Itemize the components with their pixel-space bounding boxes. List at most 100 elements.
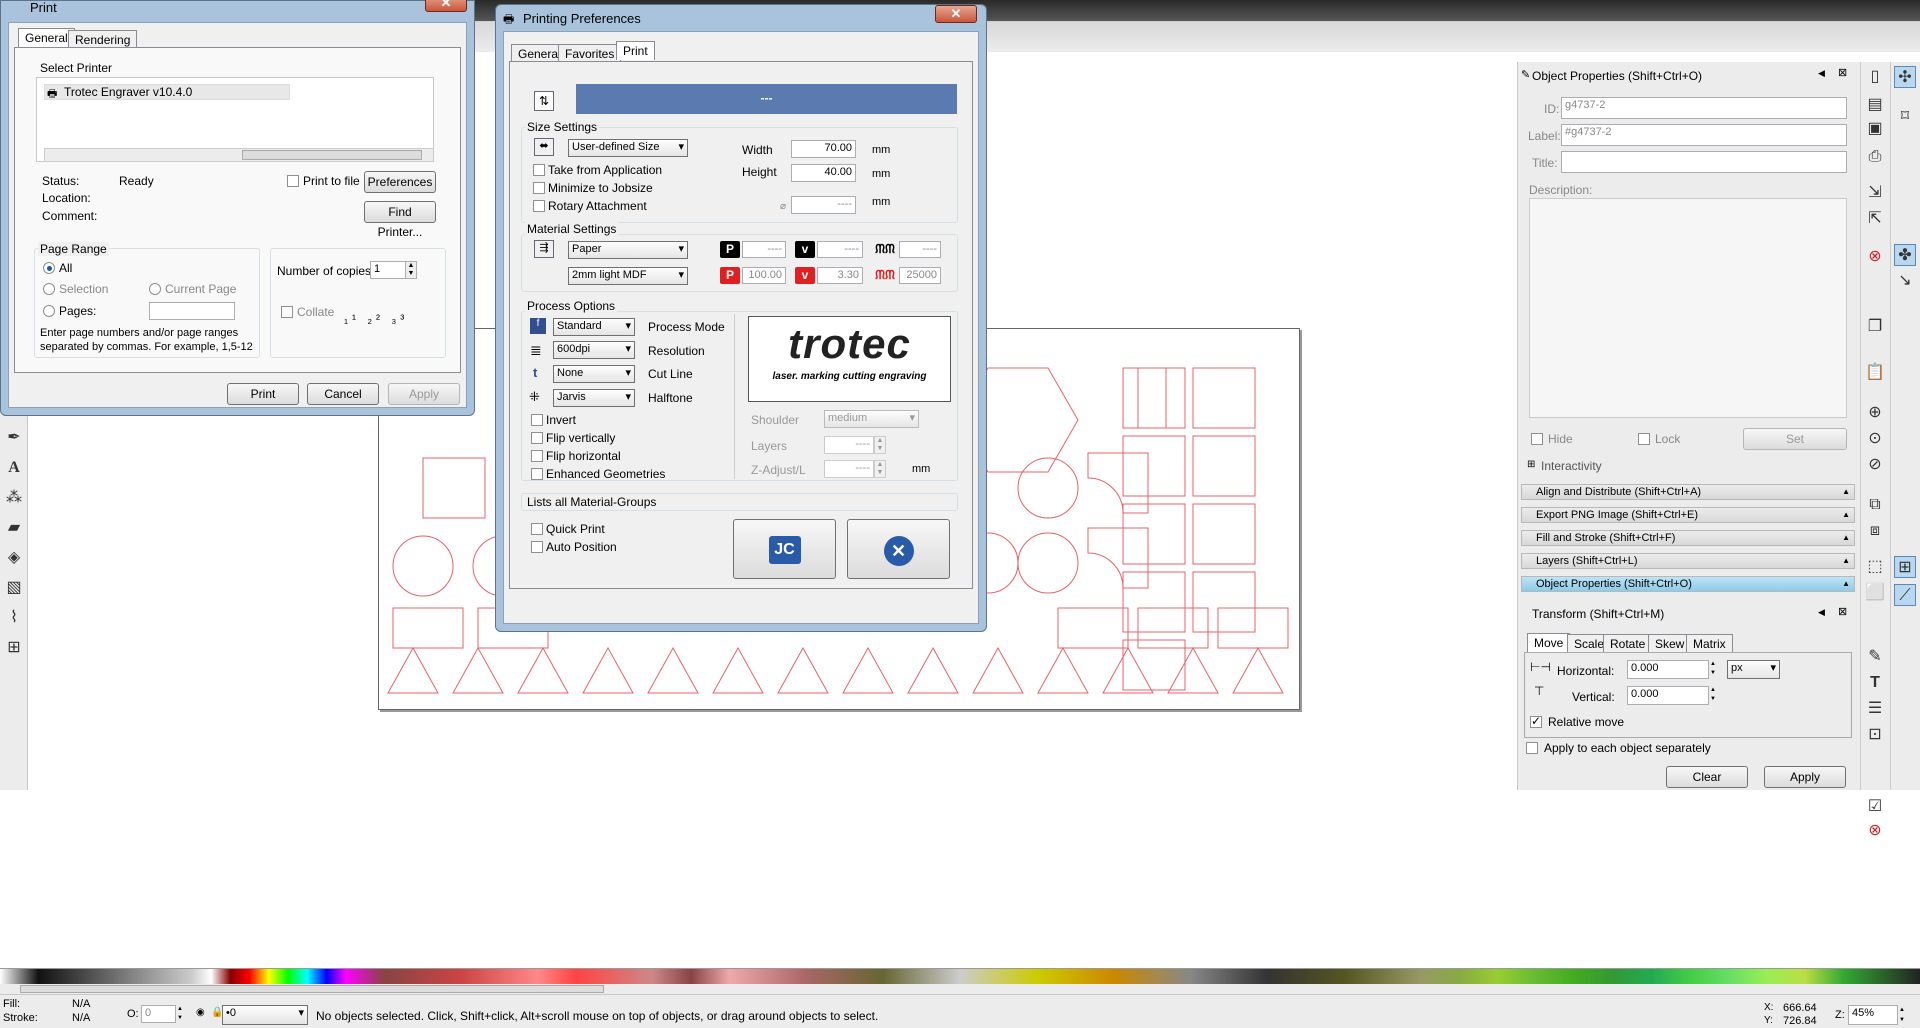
label-input[interactable]: #g4737-2 bbox=[1561, 124, 1847, 146]
snap-nodes-icon[interactable]: ✤ bbox=[1894, 244, 1916, 266]
zadjust-input[interactable]: ---- bbox=[824, 460, 874, 478]
unit-select[interactable]: px bbox=[1727, 660, 1780, 679]
gradient-tool-icon[interactable]: ▧ bbox=[3, 577, 25, 599]
horizontal-input[interactable]: 0.000 bbox=[1627, 660, 1709, 679]
invert-checkbox[interactable] bbox=[531, 414, 543, 426]
velocity-top-input[interactable]: ---- bbox=[817, 241, 863, 258]
current-page-radio[interactable] bbox=[149, 283, 161, 295]
apply-button[interactable]: Apply bbox=[388, 383, 460, 405]
hide-checkbox[interactable] bbox=[1531, 433, 1543, 445]
layer-select[interactable]: •0 bbox=[222, 1005, 308, 1025]
material-sub-select[interactable]: 2mm light MDF bbox=[568, 267, 688, 285]
collate-checkbox[interactable] bbox=[281, 306, 293, 318]
description-textarea[interactable] bbox=[1529, 198, 1847, 418]
quick-print-checkbox[interactable] bbox=[531, 523, 543, 535]
vertical-input[interactable]: 0.000 bbox=[1627, 686, 1709, 705]
xml-editor-icon[interactable]: ⊡ bbox=[1864, 724, 1886, 746]
dock-layers[interactable]: Layers (Shift+Ctrl+L) bbox=[1521, 553, 1855, 569]
undo-icon[interactable]: ⊗ bbox=[1864, 246, 1886, 268]
print-icon[interactable]: ⎙ bbox=[1864, 146, 1886, 168]
snap-paths-icon[interactable]: ↘ bbox=[1894, 270, 1916, 292]
copy-icon[interactable]: ❐ bbox=[1864, 316, 1886, 338]
tab-print[interactable]: Print bbox=[616, 41, 655, 60]
layers-icon[interactable]: ☰ bbox=[1864, 698, 1886, 720]
flip-horizontal-checkbox[interactable] bbox=[531, 450, 543, 462]
opacity-input[interactable]: 0 bbox=[141, 1005, 176, 1023]
connector-tool-icon[interactable]: ⊞ bbox=[3, 637, 25, 659]
dock-arrow-icon[interactable]: ◀ bbox=[1818, 68, 1825, 79]
zoom-page-icon[interactable]: ⊘ bbox=[1864, 454, 1886, 476]
transform-arrow-icon[interactable]: ◀ bbox=[1818, 607, 1825, 618]
velocity-bottom-input[interactable]: 3.30 bbox=[817, 267, 863, 284]
clear-button[interactable]: Clear bbox=[1666, 766, 1748, 788]
size-select[interactable]: User-defined Size bbox=[568, 139, 688, 157]
process-mode-select[interactable]: Standard bbox=[553, 318, 635, 336]
tab-move[interactable]: Move bbox=[1527, 633, 1571, 652]
transform-close-icon[interactable]: ⊠ bbox=[1838, 605, 1847, 618]
minimize-checkbox[interactable] bbox=[533, 182, 545, 194]
snap-enable-icon[interactable]: ✣ bbox=[1894, 66, 1916, 88]
import-icon[interactable]: ⇲ bbox=[1864, 182, 1886, 204]
pages-input[interactable] bbox=[149, 302, 235, 320]
id-input[interactable]: g4737-2 bbox=[1561, 97, 1847, 119]
relative-move-checkbox[interactable] bbox=[1530, 714, 1542, 728]
material-select[interactable]: Paper bbox=[568, 241, 688, 259]
layers-input[interactable]: ---- bbox=[824, 436, 874, 454]
dock-object-properties[interactable]: Object Properties (Shift+Ctrl+O) bbox=[1521, 576, 1855, 592]
clone-icon[interactable]: ⧈ bbox=[1864, 520, 1886, 542]
dropper-tool-icon[interactable]: ⌇ bbox=[3, 607, 25, 629]
preferences-button[interactable]: Preferences bbox=[364, 171, 436, 193]
width-input[interactable]: 70.00 bbox=[791, 140, 856, 158]
paste-icon[interactable]: 📋 bbox=[1864, 362, 1886, 384]
opacity-spinner[interactable]: ▲ ▼ bbox=[177, 1005, 187, 1023]
shoulder-select[interactable]: medium bbox=[824, 410, 919, 428]
frequency-top-input[interactable]: ---- bbox=[899, 241, 941, 258]
jobcontrol-button[interactable]: JC bbox=[733, 519, 836, 579]
new-document-icon[interactable]: ▯ bbox=[1864, 66, 1886, 88]
copies-spinner[interactable]: ▲ ▼ bbox=[405, 261, 417, 279]
zoom-selection-icon[interactable]: ⊕ bbox=[1864, 402, 1886, 424]
print-to-file-checkbox[interactable] bbox=[287, 175, 299, 187]
interactivity-expander-icon[interactable]: ⊞ bbox=[1527, 459, 1535, 470]
palette-scroll-thumb[interactable] bbox=[20, 985, 604, 993]
copies-input[interactable]: 1 bbox=[370, 261, 406, 279]
save-icon[interactable]: ▣ bbox=[1864, 118, 1886, 140]
print-close-button[interactable]: ✕ bbox=[425, 0, 467, 12]
text-tool-icon[interactable]: A bbox=[3, 457, 25, 479]
printer-list-scrollbar[interactable] bbox=[44, 148, 434, 162]
spray-tool-icon[interactable]: ⁂ bbox=[3, 487, 25, 509]
tab-matrix[interactable]: Matrix bbox=[1686, 634, 1733, 653]
text-font-icon[interactable]: T bbox=[1864, 672, 1886, 694]
dock-export-png[interactable]: Export PNG Image (Shift+Ctrl+E) bbox=[1521, 507, 1855, 523]
height-input[interactable]: 40.00 bbox=[791, 164, 856, 182]
take-from-app-checkbox[interactable] bbox=[533, 164, 545, 176]
horizontal-spinner[interactable]: ▲ ▼ bbox=[1710, 660, 1720, 679]
palette-scrollbar[interactable] bbox=[0, 984, 1920, 994]
title-input[interactable] bbox=[1561, 151, 1847, 173]
tab-rotate[interactable]: Rotate bbox=[1603, 634, 1653, 653]
cancel-button[interactable]: Cancel bbox=[307, 383, 379, 405]
pages-radio[interactable] bbox=[43, 305, 55, 317]
prefs-cancel-button[interactable]: ✕ bbox=[847, 519, 950, 579]
find-printer-button[interactable]: Find Printer... bbox=[364, 201, 436, 239]
vertical-spinner[interactable]: ▲ ▼ bbox=[1710, 686, 1720, 705]
scroll-thumb[interactable] bbox=[242, 150, 422, 160]
calligraphy-tool-icon[interactable]: ✒ bbox=[3, 427, 25, 449]
duplicate-icon[interactable]: ⧉ bbox=[1864, 494, 1886, 516]
layers-spinner[interactable]: ▲ ▼ bbox=[874, 436, 886, 454]
flip-vertically-checkbox[interactable] bbox=[531, 432, 543, 444]
zadjust-spinner[interactable]: ▲ ▼ bbox=[874, 460, 886, 478]
tab-skew[interactable]: Skew bbox=[1648, 634, 1692, 653]
rotary-checkbox[interactable] bbox=[533, 200, 545, 212]
visibility-eye-icon[interactable]: ◉ bbox=[196, 1007, 205, 1018]
frequency-bottom-input[interactable]: 25000 bbox=[899, 267, 941, 284]
bucket-tool-icon[interactable]: ◈ bbox=[3, 547, 25, 569]
close-doc-icon[interactable]: ⊗ bbox=[1864, 820, 1886, 842]
eraser-tool-icon[interactable]: ▰ bbox=[3, 517, 25, 539]
diameter-input[interactable]: ---- bbox=[791, 196, 856, 214]
snap-guide-icon[interactable]: ⟋ bbox=[1894, 584, 1916, 606]
lists-all-material-groups[interactable]: Lists all Material-Groups bbox=[527, 495, 656, 509]
resolution-select[interactable]: 600dpi bbox=[553, 341, 635, 359]
snap-bbox-icon[interactable]: ⌑ bbox=[1894, 106, 1916, 128]
zoom-input[interactable]: 45% bbox=[1848, 1005, 1898, 1025]
